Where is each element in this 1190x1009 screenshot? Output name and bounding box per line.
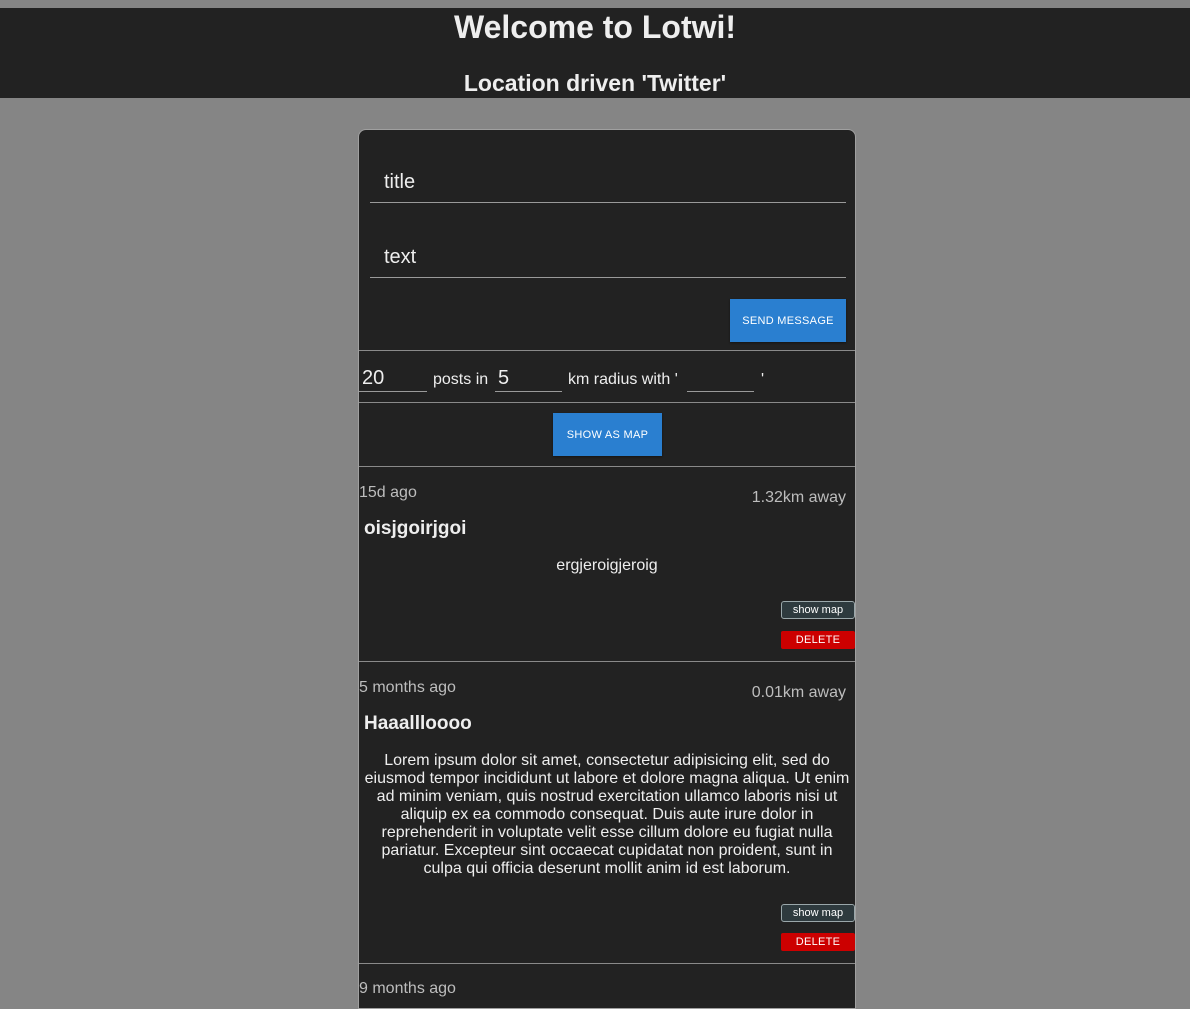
keyword-input[interactable] <box>687 365 754 391</box>
page-subtitle: Location driven 'Twitter' <box>463 70 727 96</box>
post-body: Lorem ipsum dolor sit amet, consectetur … <box>364 752 850 877</box>
keyword-wrapper <box>687 365 754 392</box>
radius-input[interactable] <box>495 365 562 391</box>
send-message-button[interactable]: SEND MESSAGE <box>730 299 846 342</box>
show-as-map-button[interactable]: SHOW AS MAP <box>553 413 662 456</box>
post-distance: 0.01km away <box>751 684 846 701</box>
page-title: Welcome to Lotwi! <box>453 9 737 45</box>
map-bar: SHOW AS MAP <box>359 403 855 467</box>
post-time: 5 months ago <box>359 679 456 696</box>
post-distance: 1.32km away <box>751 489 846 506</box>
text-field-wrapper <box>370 238 846 278</box>
posts-in-label: posts in <box>433 371 489 388</box>
post-count-input[interactable] <box>359 365 427 391</box>
show-map-button[interactable]: show map <box>781 601 855 619</box>
post-count-wrapper <box>359 365 427 392</box>
feed-panel: SEND MESSAGE posts in km radius with ' '… <box>358 129 856 1009</box>
show-map-button[interactable]: show map <box>781 904 855 922</box>
post-title: Haaallloooo <box>364 713 472 734</box>
delete-button[interactable]: DELETE <box>781 631 855 649</box>
filter-bar: posts in km radius with ' ' <box>359 351 855 403</box>
post-body: ergjeroigjeroig <box>556 557 658 574</box>
compose-form: SEND MESSAGE <box>359 130 855 351</box>
delete-button[interactable]: DELETE <box>781 933 855 951</box>
post-item: 15d ago 1.32km away oisjgoirjgoi ergjero… <box>359 467 855 662</box>
post-title: oisjgoirjgoi <box>364 518 467 539</box>
radius-label: km radius with ' <box>568 371 678 388</box>
radius-wrapper <box>495 365 562 392</box>
title-field-wrapper <box>370 163 846 203</box>
post-item: 9 months ago <box>359 964 855 1008</box>
top-strip <box>0 0 1190 8</box>
close-quote-label: ' <box>761 371 765 388</box>
post-time: 15d ago <box>359 484 417 501</box>
post-item: 5 months ago 0.01km away Haaallloooo Lor… <box>359 662 855 964</box>
title-input[interactable] <box>370 163 846 202</box>
page-header: Welcome to Lotwi! Location driven 'Twitt… <box>0 8 1190 98</box>
text-input[interactable] <box>370 238 846 277</box>
